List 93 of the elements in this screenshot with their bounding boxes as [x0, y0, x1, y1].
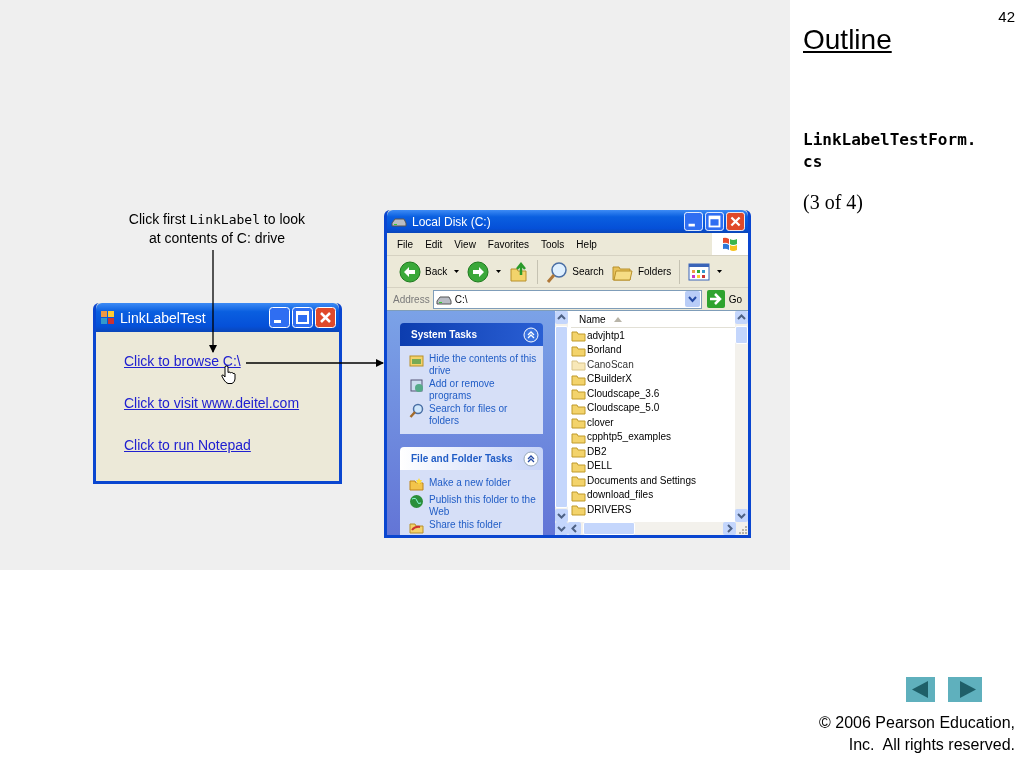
dropdown-button[interactable] [684, 291, 700, 307]
folder-icon [571, 386, 586, 401]
file-row[interactable]: download_files [571, 487, 735, 502]
scroll-down-button[interactable] [555, 522, 568, 535]
folder-up-icon [509, 260, 530, 283]
hand-cursor-icon [221, 365, 236, 385]
task-link[interactable]: Search for files or folders [429, 403, 537, 426]
scroll-up-button[interactable] [735, 311, 748, 324]
scrollbar[interactable] [735, 311, 748, 522]
previous-button[interactable] [906, 677, 935, 702]
search-icon [546, 260, 569, 283]
folder-icon [571, 415, 586, 430]
flag-icon [721, 236, 739, 252]
file-row[interactable]: cpphtp5_examples [571, 429, 735, 444]
file-row[interactable]: Borland [571, 342, 735, 357]
scroll-thumb[interactable] [735, 326, 748, 344]
file-row[interactable]: clover [571, 415, 735, 430]
menu-item[interactable]: File [397, 238, 414, 250]
file-row[interactable]: DRIVERS [571, 502, 735, 517]
folder-icon [571, 328, 586, 343]
panel-header[interactable]: File and Folder Tasks [400, 447, 543, 470]
file-row[interactable]: CanoScan [571, 357, 735, 372]
folder-icon [571, 357, 586, 372]
folders-button[interactable]: Folders [609, 261, 674, 282]
back-button[interactable]: Back [397, 260, 462, 283]
search-button[interactable]: Search [544, 260, 606, 283]
scroll-left-button[interactable] [568, 522, 581, 535]
installer-icon [409, 378, 424, 393]
window-title: Local Disk (C:) [412, 214, 492, 229]
forward-button[interactable] [465, 260, 504, 283]
minimize-button[interactable] [269, 307, 290, 328]
task-link[interactable]: Make a new folder [429, 477, 511, 489]
scroll-down-button[interactable] [735, 509, 748, 522]
maximize-button[interactable] [292, 307, 313, 328]
globe-icon [409, 494, 424, 509]
copyright-text: © 2006 Pearson Education, Inc. All rights reserved. [818, 713, 1015, 755]
folder-icon [571, 473, 586, 488]
collapse-icon [523, 450, 539, 467]
maximize-button[interactable] [705, 212, 724, 231]
panel-header[interactable]: System Tasks [400, 323, 543, 346]
page-number: 42 [998, 8, 1015, 25]
collapse-icon [523, 326, 539, 343]
task-link[interactable]: Share this folder [429, 519, 502, 531]
close-button[interactable] [726, 212, 745, 231]
caret-icon [454, 270, 460, 273]
app-icon [100, 310, 115, 325]
task-link[interactable]: Publish this folder to the Web [429, 494, 537, 517]
part-label: (3 of 4) [803, 191, 864, 214]
scroll-up-button[interactable] [555, 311, 568, 324]
link[interactable]: Click to run Notepad [124, 436, 251, 455]
file-row[interactable]: DB2 [571, 444, 735, 459]
file-row[interactable]: CBuilderX [571, 371, 735, 386]
folder-icon [571, 502, 586, 517]
arrow-icon [706, 290, 725, 308]
file-row[interactable]: Documents and Settings [571, 473, 735, 488]
window-title: LinkLabelTest [120, 309, 207, 326]
scroll-thumb[interactable] [583, 522, 635, 535]
task-link[interactable]: Add or remove programs [429, 378, 537, 401]
caret-icon [717, 270, 723, 273]
file-row[interactable]: DELL [571, 458, 735, 473]
folder-icon [409, 353, 424, 368]
drive-icon [435, 293, 452, 305]
address-field[interactable]: C:\ [432, 289, 702, 309]
annotation-text: Click first LinkLabel to look at contents of C: drive [127, 210, 307, 247]
menu-item[interactable]: Edit [425, 238, 443, 250]
menu-item[interactable]: Help [576, 238, 597, 250]
task-link[interactable]: Hide the contents of this drive [429, 353, 537, 376]
sort-icon [613, 316, 622, 322]
minimize-button[interactable] [684, 212, 703, 231]
menu-item[interactable]: Favorites [487, 238, 529, 250]
folder-icon [571, 444, 586, 459]
views-button[interactable] [686, 262, 725, 281]
search-icon [409, 403, 424, 418]
menu-item[interactable]: Tools [541, 238, 565, 250]
scroll-right-button[interactable] [723, 522, 736, 535]
next-button[interactable] [948, 677, 982, 702]
link[interactable]: Click to visit www.deitel.com [124, 394, 300, 413]
scrollbar[interactable] [555, 522, 748, 535]
file-row[interactable]: Cloudscape_3.6 [571, 386, 735, 401]
file-row[interactable]: Cloudscape_5.0 [571, 400, 735, 415]
menu-item[interactable]: View [454, 238, 476, 250]
file-name: LinkLabelTestForm.cs [803, 129, 977, 173]
column-header[interactable]: Name [571, 311, 735, 328]
scroll-down-button[interactable] [555, 509, 568, 522]
heading: Outline [803, 25, 893, 55]
new-folder-icon [409, 477, 424, 492]
close-button[interactable] [315, 307, 336, 328]
file-row[interactable]: advjhtp1 [571, 328, 735, 343]
link[interactable]: Click to browse C:\ [124, 352, 241, 371]
go-button[interactable]: Go [704, 290, 748, 308]
address-label: Address [393, 293, 430, 305]
caret-icon [496, 270, 502, 273]
grid-icon [688, 262, 711, 281]
